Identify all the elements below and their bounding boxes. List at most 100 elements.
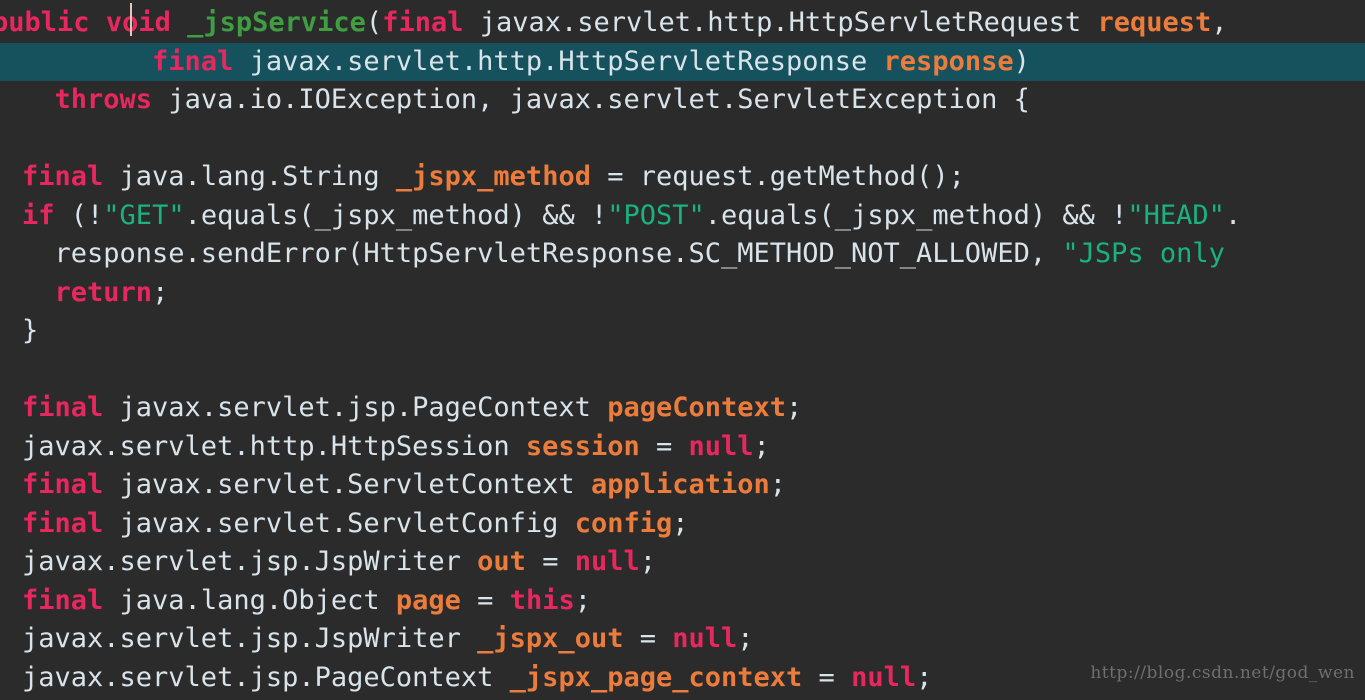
code-token-kw: final <box>22 507 104 539</box>
code-line[interactable]: javax.servlet.http.HttpSession session =… <box>0 428 1365 467</box>
code-token-var: response <box>883 45 1014 77</box>
code-token-ident: ; <box>769 469 787 500</box>
code-token-kw: final <box>22 161 104 192</box>
code-token-ident: = <box>460 584 510 616</box>
code-line[interactable]: javax.servlet.jsp.JspWriter out = null; <box>0 543 1365 582</box>
code-token-var: _jspx_page_context <box>509 661 803 693</box>
code-token-ident: javax.servlet.http.HttpSession <box>22 430 526 462</box>
code-token-ident: javax.servlet.jsp.JspWriter <box>22 546 478 577</box>
code-line[interactable]: } <box>0 312 1365 351</box>
code-token-str: "GET" <box>103 199 185 231</box>
code-line[interactable]: return; <box>0 274 1365 313</box>
code-token-ident: = <box>623 623 673 654</box>
code-token-ident: javax.servlet.ServletContext <box>103 469 591 500</box>
code-token-ident: = <box>639 430 689 462</box>
code-token-var: request <box>1097 7 1212 38</box>
code-token-kw: final <box>22 584 104 616</box>
code-token-ident: ; <box>786 392 803 423</box>
code-line-text: } <box>22 315 38 346</box>
code-token-ident: ; <box>672 507 689 539</box>
code-line-text: javax.servlet.jsp.JspWriter out = null; <box>22 546 656 577</box>
code-line[interactable]: throws java.io.IOException, javax.servle… <box>0 81 1365 120</box>
code-token-nul: null <box>688 430 754 462</box>
code-token-kw: return <box>54 276 153 308</box>
code-token-kw: if <box>22 199 55 231</box>
code-line-text: javax.servlet.http.HttpSession session =… <box>22 431 770 462</box>
code-token-str: "HEAD" <box>1127 199 1225 231</box>
code-token-ident: ; <box>152 276 169 308</box>
code-token-kw: final <box>382 7 464 38</box>
code-line[interactable]: public void _jspService(final javax.serv… <box>0 4 1365 43</box>
code-line-text: if (!"GET".equals(_jspx_method) && !"POS… <box>22 200 1241 231</box>
code-token-kw: final <box>22 392 104 423</box>
watermark-url: http://blog.csdn.net/god_wen <box>1090 662 1355 683</box>
code-token-ident: = <box>525 546 575 577</box>
code-line-text: throws java.io.IOException, javax.servle… <box>22 84 1030 115</box>
code-line-text: final javax.servlet.ServletConfig config… <box>22 508 689 539</box>
code-token-ident: = request.getMethod(); <box>590 161 965 192</box>
code-token-ident: javax.servlet.jsp.PageContext <box>103 392 608 423</box>
code-token-ident: = <box>802 661 852 693</box>
code-line-text: final java.lang.String _jspx_method = re… <box>22 161 965 192</box>
code-token-punc <box>22 84 55 115</box>
code-token-ident: ; <box>639 546 657 577</box>
code-token-ident: ; <box>916 661 933 693</box>
code-line[interactable] <box>0 351 1365 390</box>
code-token-ident: java.lang.String <box>103 161 396 192</box>
code-token-var: session <box>525 430 640 462</box>
code-line[interactable] <box>0 120 1365 159</box>
code-line-text: return; <box>22 276 169 308</box>
code-token-kw: public <box>0 7 90 38</box>
code-token-punc <box>171 7 187 38</box>
code-line-text: javax.servlet.jsp.JspWriter _jspx_out = … <box>22 623 754 654</box>
code-token-ident: response.sendError(HttpServletResponse.S… <box>22 238 1063 269</box>
code-token-str: "JSPs only <box>1062 238 1242 269</box>
code-token-ident: . <box>1224 199 1242 231</box>
code-token-var: page <box>395 584 461 616</box>
code-line[interactable]: final javax.servlet.ServletConfig config… <box>0 505 1365 544</box>
code-token-var: _jspx_method <box>395 161 591 192</box>
code-token-punc: ( <box>365 7 383 38</box>
code-line-text: final javax.servlet.http.HttpServletResp… <box>22 46 1030 77</box>
code-token-var: out <box>477 546 526 577</box>
code-token-ident: .equals(_jspx_method) && ! <box>704 199 1128 231</box>
code-line-text: response.sendError(HttpServletResponse.S… <box>22 238 1241 269</box>
code-token-nul: null <box>672 623 738 654</box>
code-line-text: final java.lang.Object page = this; <box>22 585 591 616</box>
code-token-ident: ; <box>753 430 770 462</box>
code-text-area[interactable]: public void _jspService(final javax.serv… <box>0 0 1365 700</box>
code-token-nul: null <box>851 661 917 693</box>
code-line[interactable]: final java.lang.String _jspx_method = re… <box>0 158 1365 197</box>
code-token-ident: java.io.IOException, javax.servlet.Servl… <box>152 84 1030 115</box>
code-token-kw: this <box>509 584 575 616</box>
code-line-text: final javax.servlet.jsp.PageContext page… <box>22 392 802 423</box>
code-token-var: _jspx_out <box>477 623 624 654</box>
code-token-ident: java.lang.Object <box>103 584 396 616</box>
code-token-ident: javax.servlet.jsp.JspWriter <box>22 623 478 654</box>
code-line[interactable]: response.sendError(HttpServletResponse.S… <box>0 235 1365 274</box>
code-token-punc <box>22 277 55 308</box>
code-line[interactable]: if (!"GET".equals(_jspx_method) && !"POS… <box>0 197 1365 236</box>
code-token-method: _jspService <box>187 7 366 38</box>
code-token-ident: ; <box>574 584 591 616</box>
code-line[interactable]: final javax.servlet.jsp.PageContext page… <box>0 389 1365 428</box>
code-line[interactable]: final java.lang.Object page = this; <box>0 582 1365 621</box>
code-token-ident: .equals(_jspx_method) && ! <box>184 199 608 231</box>
code-token-kw: final <box>22 469 104 500</box>
code-token-ident: (! <box>54 199 104 231</box>
code-token-punc: , <box>1211 7 1228 38</box>
code-token-ident: javax.servlet.ServletConfig <box>103 507 575 539</box>
code-token-nul: null <box>574 546 640 577</box>
code-token-punc: ) <box>1013 45 1030 77</box>
code-line[interactable]: final javax.servlet.ServletContext appli… <box>0 466 1365 505</box>
code-line-text: public void _jspService(final javax.serv… <box>0 7 1228 38</box>
code-token-var: pageContext <box>607 392 787 423</box>
code-line-current[interactable]: final javax.servlet.http.HttpServletResp… <box>0 42 1365 81</box>
code-token-ident: javax.servlet.jsp.PageContext <box>22 661 510 693</box>
code-token-kw: final <box>152 45 234 77</box>
code-line-text: final javax.servlet.ServletContext appli… <box>22 469 786 500</box>
code-token-ident: javax.servlet.http.HttpServletResponse <box>233 45 884 77</box>
code-token-var: config <box>574 507 673 539</box>
code-editor[interactable]: public void _jspService(final javax.serv… <box>0 0 1365 700</box>
code-token-punc <box>22 46 152 77</box>
